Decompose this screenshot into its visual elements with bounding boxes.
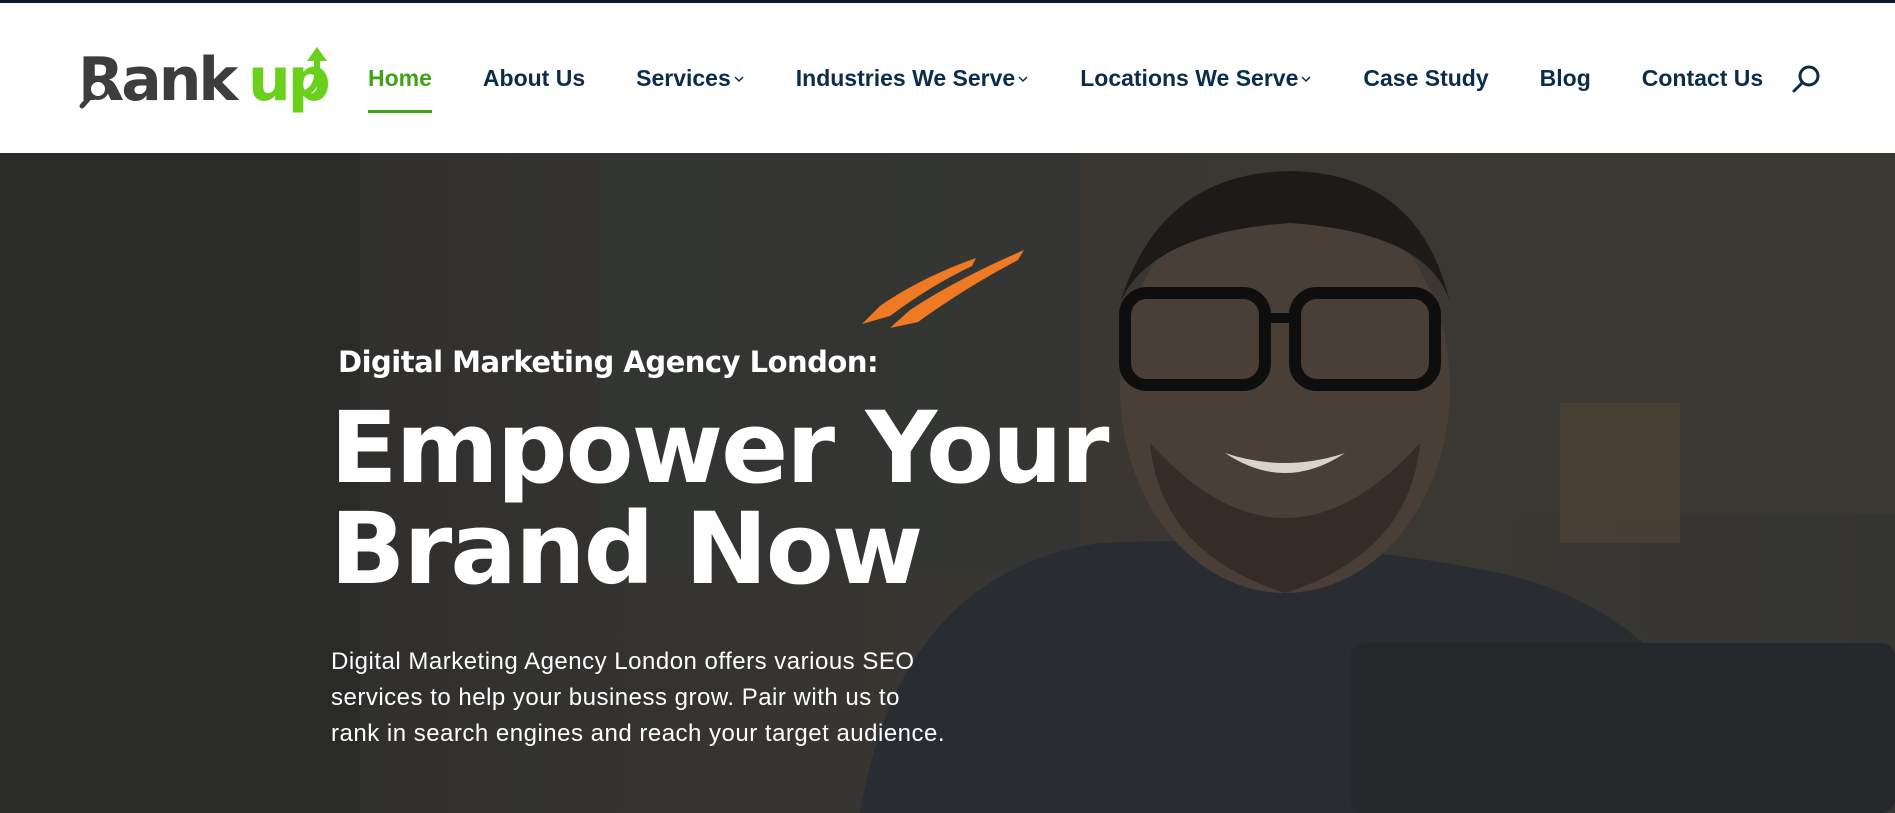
nav-item-label: Blog — [1539, 64, 1591, 91]
chevron-down-icon — [1018, 76, 1028, 83]
hero-headline: Empower Your Brand Now — [330, 398, 1130, 600]
site-header: Rank up Home About Us Services Industrie… — [0, 3, 1895, 153]
nav-item-blog[interactable]: Blog — [1540, 3, 1591, 153]
hero-description: Digital Marketing Agency London offers v… — [331, 644, 1011, 752]
hero-banner: Digital Marketing Agency London: Empower… — [0, 153, 1895, 813]
hero-description-line-3: rank in search engines and reach your ta… — [331, 720, 946, 747]
nav-item-label: About Us — [482, 64, 586, 91]
hero-headline-line-1: Empower Your — [330, 391, 1109, 506]
chevron-down-icon — [734, 76, 744, 83]
chevron-down-icon — [1301, 76, 1311, 83]
nav-item-label: Case Study — [1363, 64, 1489, 91]
hero-eyebrow: Digital Marketing Agency London: — [338, 345, 879, 379]
nav-item-label: Locations We Serve — [1080, 64, 1299, 91]
main-nav: Home About Us Services Industries We Ser… — [368, 3, 1814, 153]
brush-stroke-decoration — [862, 250, 1024, 328]
nav-item-case-study[interactable]: Case Study — [1363, 3, 1488, 153]
hero-description-line-2: services to help your business grow. Pai… — [331, 684, 900, 711]
up-arrow-icon — [301, 47, 327, 96]
rankup-logo[interactable]: Rank up — [78, 43, 331, 118]
magnifier-icon — [79, 78, 109, 109]
nav-item-industries[interactable]: Industries We Serve — [796, 3, 1029, 153]
search-icon[interactable] — [1789, 63, 1823, 97]
nav-item-label: Home — [368, 64, 432, 91]
hero-description-line-1: Digital Marketing Agency London offers v… — [331, 648, 915, 675]
nav-item-contact-us[interactable]: Contact Us — [1642, 3, 1763, 153]
nav-item-locations[interactable]: Locations We Serve — [1080, 3, 1312, 153]
nav-item-home[interactable]: Home — [368, 3, 432, 153]
nav-item-label: Contact Us — [1641, 64, 1764, 91]
hero-headline-line-2: Brand Now — [330, 492, 923, 607]
nav-item-services[interactable]: Services — [636, 3, 745, 153]
nav-item-label: Services — [636, 64, 731, 91]
nav-item-label: Industries We Serve — [795, 64, 1016, 91]
nav-item-about-us[interactable]: About Us — [483, 3, 585, 153]
